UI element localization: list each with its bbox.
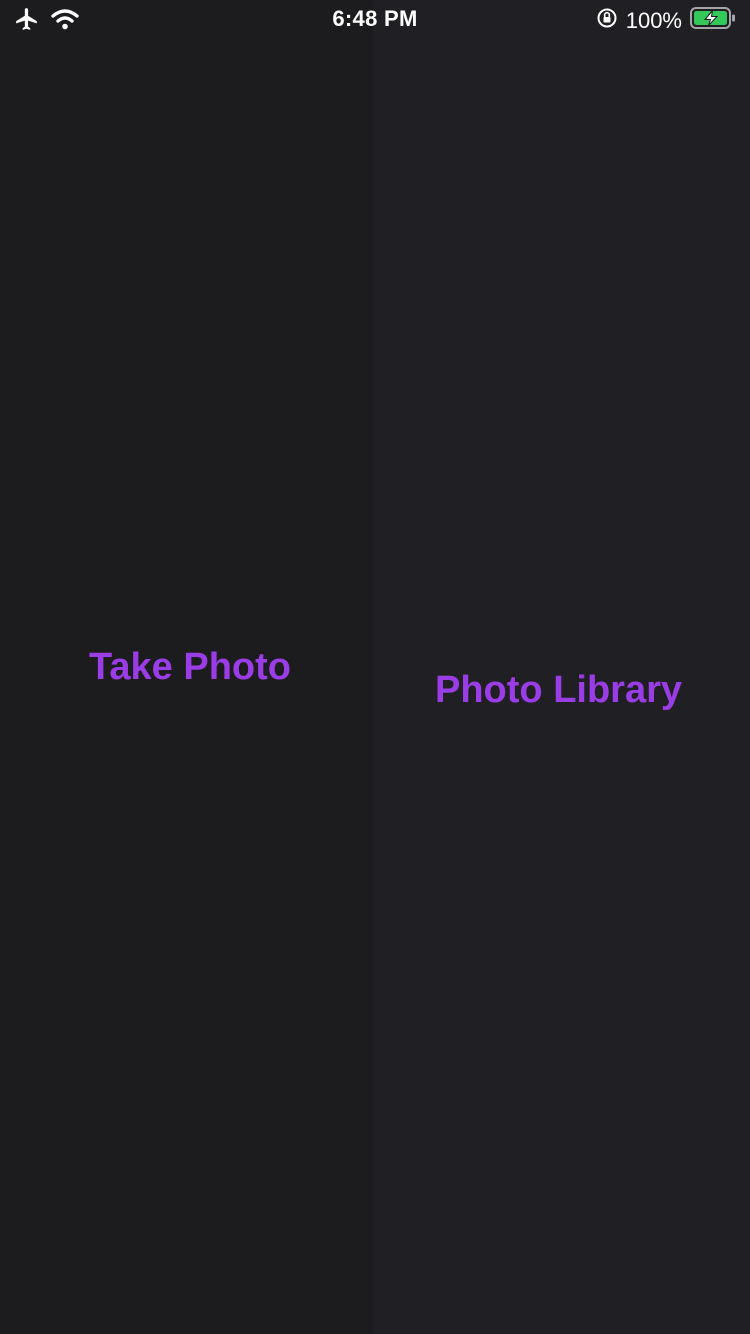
battery-percent: 100% [625, 8, 682, 33]
take-photo-button[interactable]: Take Photo [89, 646, 291, 689]
screen: 6:48 PM 100% Take Photo Photo Library [0, 0, 750, 1334]
photo-library-button[interactable]: Photo Library [435, 669, 682, 712]
rotation-lock-icon [596, 7, 618, 35]
photo-library-panel[interactable] [373, 0, 750, 1334]
status-right-group: 100% [596, 6, 736, 36]
status-bar: 6:48 PM 100% [0, 0, 750, 40]
battery-icon [690, 6, 736, 36]
